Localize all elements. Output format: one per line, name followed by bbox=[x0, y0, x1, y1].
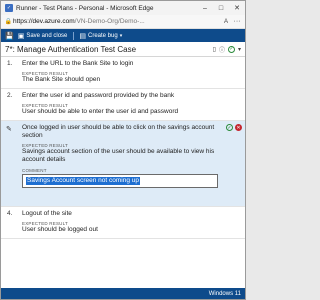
step-number: 2. bbox=[7, 92, 13, 99]
step-action: Once logged in user should be able to cl… bbox=[22, 124, 215, 139]
save-and-close-label: Save and close bbox=[26, 32, 68, 39]
read-aloud-icon[interactable]: A bbox=[220, 19, 232, 25]
expected-result: The Bank Site should open bbox=[22, 76, 101, 83]
window-title: Runner - Test Plans - Personal - Microso… bbox=[16, 4, 154, 12]
step-action: Logout of the site bbox=[22, 210, 72, 217]
pass-test-icon[interactable]: ✓ bbox=[227, 45, 235, 53]
browser-window: ✓ Runner - Test Plans - Personal - Micro… bbox=[0, 0, 246, 300]
comment-label: COMMENT bbox=[22, 168, 47, 173]
expected-result: User should be logged out bbox=[22, 226, 98, 233]
pass-step-icon[interactable]: ✓ bbox=[226, 124, 233, 131]
save-close-icon: ▣ bbox=[17, 32, 25, 40]
url-field[interactable]: https://dev.azure.com/VN-Demo-Org/Demo-.… bbox=[13, 18, 220, 25]
test-step[interactable]: 2. Enter the user id and password provid… bbox=[1, 89, 245, 121]
create-bug-label: Create bug bbox=[88, 32, 118, 39]
chevron-down-icon: ▾ bbox=[119, 32, 123, 39]
test-case-title: 7*: Manage Authentication Test Case bbox=[5, 44, 137, 54]
document-icon[interactable]: ▯ bbox=[213, 46, 216, 53]
test-step[interactable]: 1. Enter the URL to the Bank Site to log… bbox=[1, 57, 245, 89]
expected-result: Savings account section of the user shou… bbox=[22, 148, 215, 163]
runner-toolbar: 💾 ▣ Save and close ▤ Create bug ▾ bbox=[1, 29, 245, 42]
window-controls: – □ ✕ bbox=[197, 1, 245, 15]
lock-icon[interactable]: 🔒 bbox=[4, 18, 13, 25]
test-steps-list: 1. Enter the URL to the Bank Site to log… bbox=[1, 57, 245, 289]
step-result-icons: ✓ ✕ bbox=[226, 124, 242, 131]
test-step[interactable]: 4. Logout of the site EXPECTED RESULT Us… bbox=[1, 207, 245, 239]
more-options-icon[interactable]: ··· bbox=[232, 18, 242, 25]
save-and-close-button[interactable]: ▣ Save and close bbox=[18, 32, 68, 40]
step-number: 1. bbox=[7, 60, 13, 67]
minimize-icon[interactable]: – bbox=[197, 1, 213, 15]
comment-text: Savings Account screen not coming up bbox=[26, 177, 141, 185]
chevron-down-icon[interactable]: ▾ bbox=[238, 46, 241, 53]
step-number: 4. bbox=[7, 210, 13, 217]
status-bar: Windows 11 bbox=[1, 288, 245, 299]
maximize-icon[interactable]: □ bbox=[213, 1, 229, 15]
create-bug-button[interactable]: ▤ Create bug ▾ bbox=[79, 32, 124, 40]
close-icon[interactable]: ✕ bbox=[229, 1, 245, 15]
info-icon[interactable]: ⓘ bbox=[219, 45, 225, 54]
test-step-active[interactable]: ✎ ✓ ✕ Once logged in user should be able… bbox=[1, 121, 245, 207]
bug-icon: ▤ bbox=[79, 32, 86, 40]
expected-result: User should be able to enter the user id… bbox=[22, 108, 179, 115]
address-bar[interactable]: 🔒 https://dev.azure.com/VN-Demo-Org/Demo… bbox=[1, 15, 245, 29]
save-icon[interactable]: 💾 bbox=[5, 32, 14, 40]
url-path: /VN-Demo-Org/Demo-... bbox=[74, 18, 145, 25]
toolbar-divider bbox=[73, 31, 75, 40]
step-action: Enter the user id and password provided … bbox=[22, 92, 175, 99]
pencil-icon: ✎ bbox=[6, 126, 12, 133]
test-plans-app-icon: ✓ bbox=[5, 4, 13, 12]
os-label: Windows 11 bbox=[208, 290, 241, 297]
comment-input[interactable]: Savings Account screen not coming up bbox=[22, 174, 218, 188]
test-case-header: 7*: Manage Authentication Test Case ▯ ⓘ … bbox=[1, 42, 245, 57]
title-bar: ✓ Runner - Test Plans - Personal - Micro… bbox=[1, 1, 245, 15]
fail-step-icon[interactable]: ✕ bbox=[235, 124, 242, 131]
url-host: https://dev.azure.com bbox=[13, 18, 75, 25]
step-action: Enter the URL to the Bank Site to login bbox=[22, 60, 134, 67]
